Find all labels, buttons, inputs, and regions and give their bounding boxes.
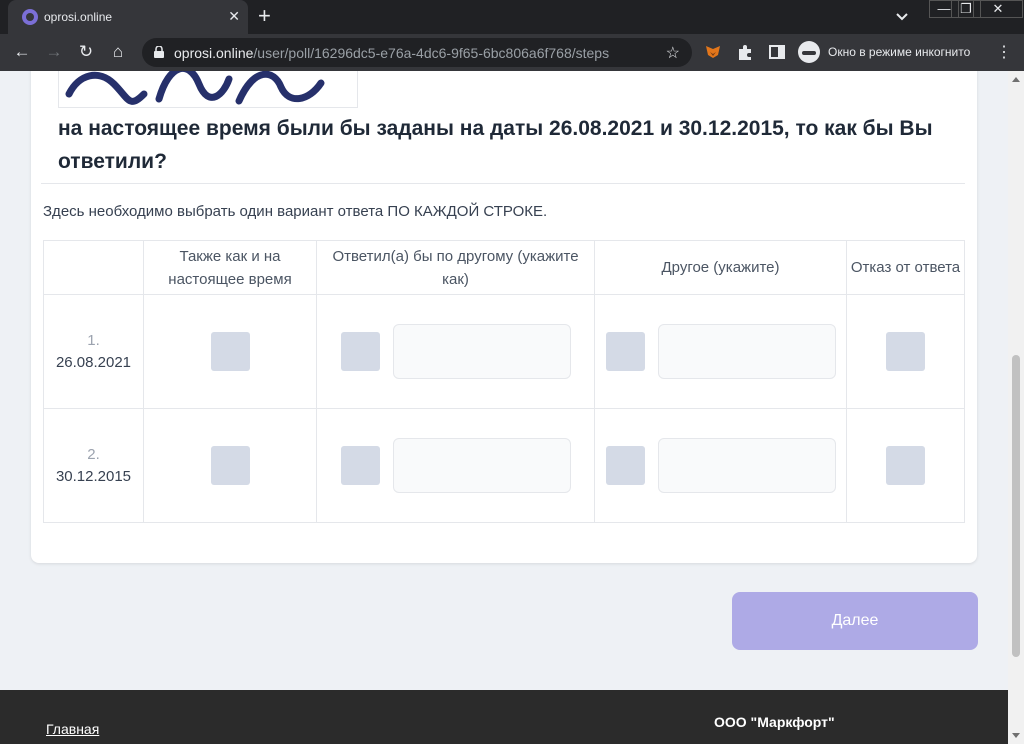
header-same-as-now: Также как и на настоящее время	[143, 240, 317, 295]
row-number: 2.	[87, 445, 100, 463]
checkbox-same-as-now[interactable]	[210, 446, 250, 485]
checkbox-same-as-now[interactable]	[210, 332, 250, 371]
checkbox-refuse[interactable]	[886, 332, 925, 371]
tab-search-icon[interactable]	[896, 10, 908, 22]
matrix-row: 2. 30.12.2015	[43, 408, 965, 523]
browser-tab-bar: oprosi.online ✕ + — ❐ ✕	[0, 0, 1024, 34]
checkbox-other[interactable]	[606, 332, 645, 371]
browser-tab[interactable]: oprosi.online ✕	[8, 0, 248, 34]
header-other: Другое (укажите)	[594, 240, 847, 295]
scroll-up-arrow-icon[interactable]	[1012, 77, 1020, 82]
url-path: /user/poll/16296dc5-e76a-4dc6-9f65-6bc80…	[253, 45, 610, 61]
checkbox-answer-differently[interactable]	[341, 332, 380, 371]
other-input[interactable]	[658, 324, 836, 379]
row-date: 26.08.2021	[55, 353, 132, 371]
incognito-indicator[interactable]: Окно в режиме инкогнито	[798, 40, 988, 64]
matrix-row: 1. 26.08.2021	[43, 294, 965, 409]
row-label: 2. 30.12.2015	[43, 408, 144, 523]
row-date: 30.12.2015	[55, 467, 132, 485]
answer-differently-input[interactable]	[393, 324, 571, 379]
header-answer-differently: Ответил(а) бы по другому (укажите как)	[316, 240, 595, 295]
tab-close-icon[interactable]: ✕	[228, 8, 240, 25]
answer-matrix: Также как и на настоящее время Ответил(а…	[43, 240, 965, 523]
incognito-label: Окно в режиме инкогнито	[828, 45, 971, 59]
scroll-down-arrow-icon[interactable]	[1012, 733, 1020, 738]
row-number: 1.	[87, 331, 100, 349]
browser-menu-icon[interactable]: ⋮	[996, 42, 1012, 62]
scroll-thumb[interactable]	[1012, 355, 1020, 657]
divider	[41, 183, 965, 184]
browser-toolbar: ← → ↻ ⌂ oprosi.online/user/poll/16296dc5…	[0, 34, 1024, 71]
cell-same-as-now	[143, 408, 317, 523]
close-window-button[interactable]: ✕	[973, 0, 1023, 18]
next-button[interactable]: Далее	[732, 592, 978, 650]
cell-other	[594, 408, 847, 523]
url-host: oprosi.online	[174, 45, 254, 61]
header-empty	[43, 240, 144, 295]
other-input[interactable]	[658, 438, 836, 493]
address-bar[interactable]: oprosi.online/user/poll/16296dc5-e76a-4d…	[142, 38, 692, 67]
poll-card: на настоящее время были бы заданы на дат…	[31, 71, 977, 563]
page-viewport: на настоящее время были бы заданы на дат…	[0, 71, 1008, 744]
cell-refuse	[846, 294, 965, 409]
back-button[interactable]: ←	[12, 42, 32, 62]
checkbox-refuse[interactable]	[886, 446, 925, 485]
cell-refuse	[846, 408, 965, 523]
answer-differently-input[interactable]	[393, 438, 571, 493]
home-button[interactable]: ⌂	[108, 42, 128, 62]
cell-answer-differently	[316, 408, 595, 523]
footer-company-name: ООО "Маркфорт"	[714, 714, 835, 730]
reload-button[interactable]: ↻	[76, 42, 96, 62]
lock-icon	[154, 46, 164, 58]
bookmark-star-icon[interactable]: ☆	[666, 43, 680, 63]
extensions-puzzle-icon[interactable]	[736, 43, 754, 61]
site-favicon-icon	[22, 9, 38, 25]
checkbox-answer-differently[interactable]	[341, 446, 380, 485]
cell-other	[594, 294, 847, 409]
cell-same-as-now	[143, 294, 317, 409]
url-text: oprosi.online/user/poll/16296dc5-e76a-4d…	[174, 45, 609, 61]
cell-answer-differently	[316, 294, 595, 409]
instruction-text: Здесь необходимо выбрать один вариант от…	[43, 203, 548, 220]
footer: Главная ООО "Маркфорт"	[0, 690, 1008, 744]
side-panel-icon[interactable]	[768, 43, 786, 61]
poll-image	[58, 71, 358, 108]
handwriting-image-icon	[65, 71, 325, 105]
page-scrollbar[interactable]	[1008, 71, 1024, 744]
question-text: на настоящее время были бы заданы на дат…	[58, 117, 933, 173]
forward-button[interactable]: →	[44, 42, 64, 62]
new-tab-button[interactable]: +	[258, 5, 271, 27]
incognito-icon	[798, 41, 820, 63]
checkbox-other[interactable]	[606, 446, 645, 485]
footer-home-link[interactable]: Главная	[46, 721, 99, 737]
row-label: 1. 26.08.2021	[43, 294, 144, 409]
header-refuse: Отказ от ответа	[846, 240, 965, 295]
matrix-header-row: Также как и на настоящее время Ответил(а…	[43, 240, 965, 295]
tab-title: oprosi.online	[44, 10, 113, 24]
metamask-extension-icon[interactable]	[704, 43, 722, 61]
